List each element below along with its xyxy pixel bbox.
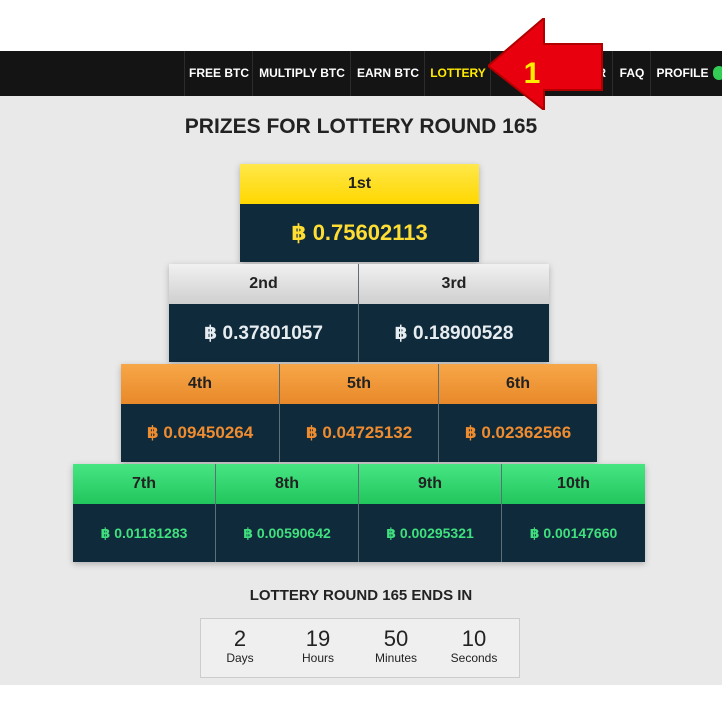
- prize-cell-7th: 7th ฿ 0.01181283: [73, 464, 216, 562]
- countdown-hours: 19 Hours: [279, 626, 357, 666]
- prize-row-2: 2nd ฿ 0.37801057 3rd ฿ 0.18900528: [169, 264, 549, 362]
- nav-faq[interactable]: FAQ: [612, 51, 651, 96]
- prize-cell-2nd: 2nd ฿ 0.37801057: [169, 264, 359, 362]
- prize-place: 9th: [359, 464, 501, 505]
- countdown-minutes: 50 Minutes: [357, 626, 435, 666]
- prize-cell-10th: 10th ฿ 0.00147660: [502, 464, 645, 562]
- prize-amount: ฿ 0.02362566: [439, 404, 597, 462]
- prize-cell-9th: 9th ฿ 0.00295321: [359, 464, 502, 562]
- prize-amount: ฿ 0.01181283: [73, 504, 215, 562]
- prize-row-1: 1st ฿ 0.75602113: [240, 164, 479, 262]
- prize-cell-5th: 5th ฿ 0.04725132: [280, 364, 439, 462]
- prize-amount: ฿ 0.00295321: [359, 504, 501, 562]
- prize-row-3: 4th ฿ 0.09450264 5th ฿ 0.04725132 6th ฿ …: [121, 364, 597, 462]
- countdown-value: 50: [383, 626, 409, 651]
- prize-place: 2nd: [169, 264, 358, 305]
- prize-cell-1st: 1st ฿ 0.75602113: [240, 164, 479, 262]
- nav-earn-btc[interactable]: EARN BTC: [350, 51, 425, 96]
- prize-cell-6th: 6th ฿ 0.02362566: [439, 364, 597, 462]
- prize-place: 6th: [439, 364, 597, 405]
- prize-row-4: 7th ฿ 0.01181283 8th ฿ 0.00590642 9th ฿ …: [73, 464, 645, 562]
- nav-status-dot: [713, 66, 722, 80]
- annotation-number: 1: [523, 57, 541, 90]
- prize-place: 4th: [121, 364, 279, 405]
- countdown-unit-label: Minutes: [374, 651, 418, 665]
- prize-amount: ฿ 0.75602113: [240, 204, 479, 262]
- prize-amount: ฿ 0.04725132: [280, 404, 438, 462]
- prize-place: 1st: [240, 164, 479, 205]
- countdown-timer: 2 Days 19 Hours 50 Minutes 10 Seconds: [200, 618, 520, 678]
- prize-amount: ฿ 0.00147660: [502, 504, 645, 562]
- nav-profile[interactable]: PROFILE: [650, 51, 714, 96]
- prize-amount: ฿ 0.09450264: [121, 404, 279, 462]
- countdown-value: 19: [305, 626, 331, 651]
- prize-cell-8th: 8th ฿ 0.00590642: [216, 464, 359, 562]
- countdown-value: 10: [461, 626, 487, 651]
- prize-cell-4th: 4th ฿ 0.09450264: [121, 364, 280, 462]
- top-nav-bar: FREE BTC MULTIPLY BTC EARN BTC LOTTERY R…: [0, 51, 722, 96]
- prize-place: 5th: [280, 364, 438, 405]
- countdown-unit-label: Hours: [301, 651, 334, 665]
- prize-place: 8th: [216, 464, 358, 505]
- countdown-unit-label: Days: [226, 651, 254, 665]
- prize-place: 3rd: [359, 264, 549, 305]
- prize-place: 7th: [73, 464, 215, 505]
- prize-amount: ฿ 0.18900528: [359, 304, 549, 362]
- countdown-unit-label: Seconds: [450, 651, 498, 665]
- red-arrow-icon: [488, 18, 603, 110]
- nav-lottery[interactable]: LOTTERY: [424, 51, 491, 96]
- nav-free-btc[interactable]: FREE BTC: [184, 51, 253, 96]
- prize-cell-3rd: 3rd ฿ 0.18900528: [359, 264, 549, 362]
- countdown-days: 2 Days: [201, 626, 279, 666]
- prize-amount: ฿ 0.00590642: [216, 504, 358, 562]
- prize-amount: ฿ 0.37801057: [169, 304, 358, 362]
- countdown-label: LOTTERY ROUND 165 ENDS IN: [249, 587, 473, 604]
- countdown-value: 2: [233, 626, 247, 651]
- page-title: PRIZES FOR LOTTERY ROUND 165: [184, 115, 538, 138]
- prize-place: 10th: [502, 464, 645, 505]
- nav-multiply-btc[interactable]: MULTIPLY BTC: [252, 51, 351, 96]
- countdown-seconds: 10 Seconds: [435, 626, 513, 666]
